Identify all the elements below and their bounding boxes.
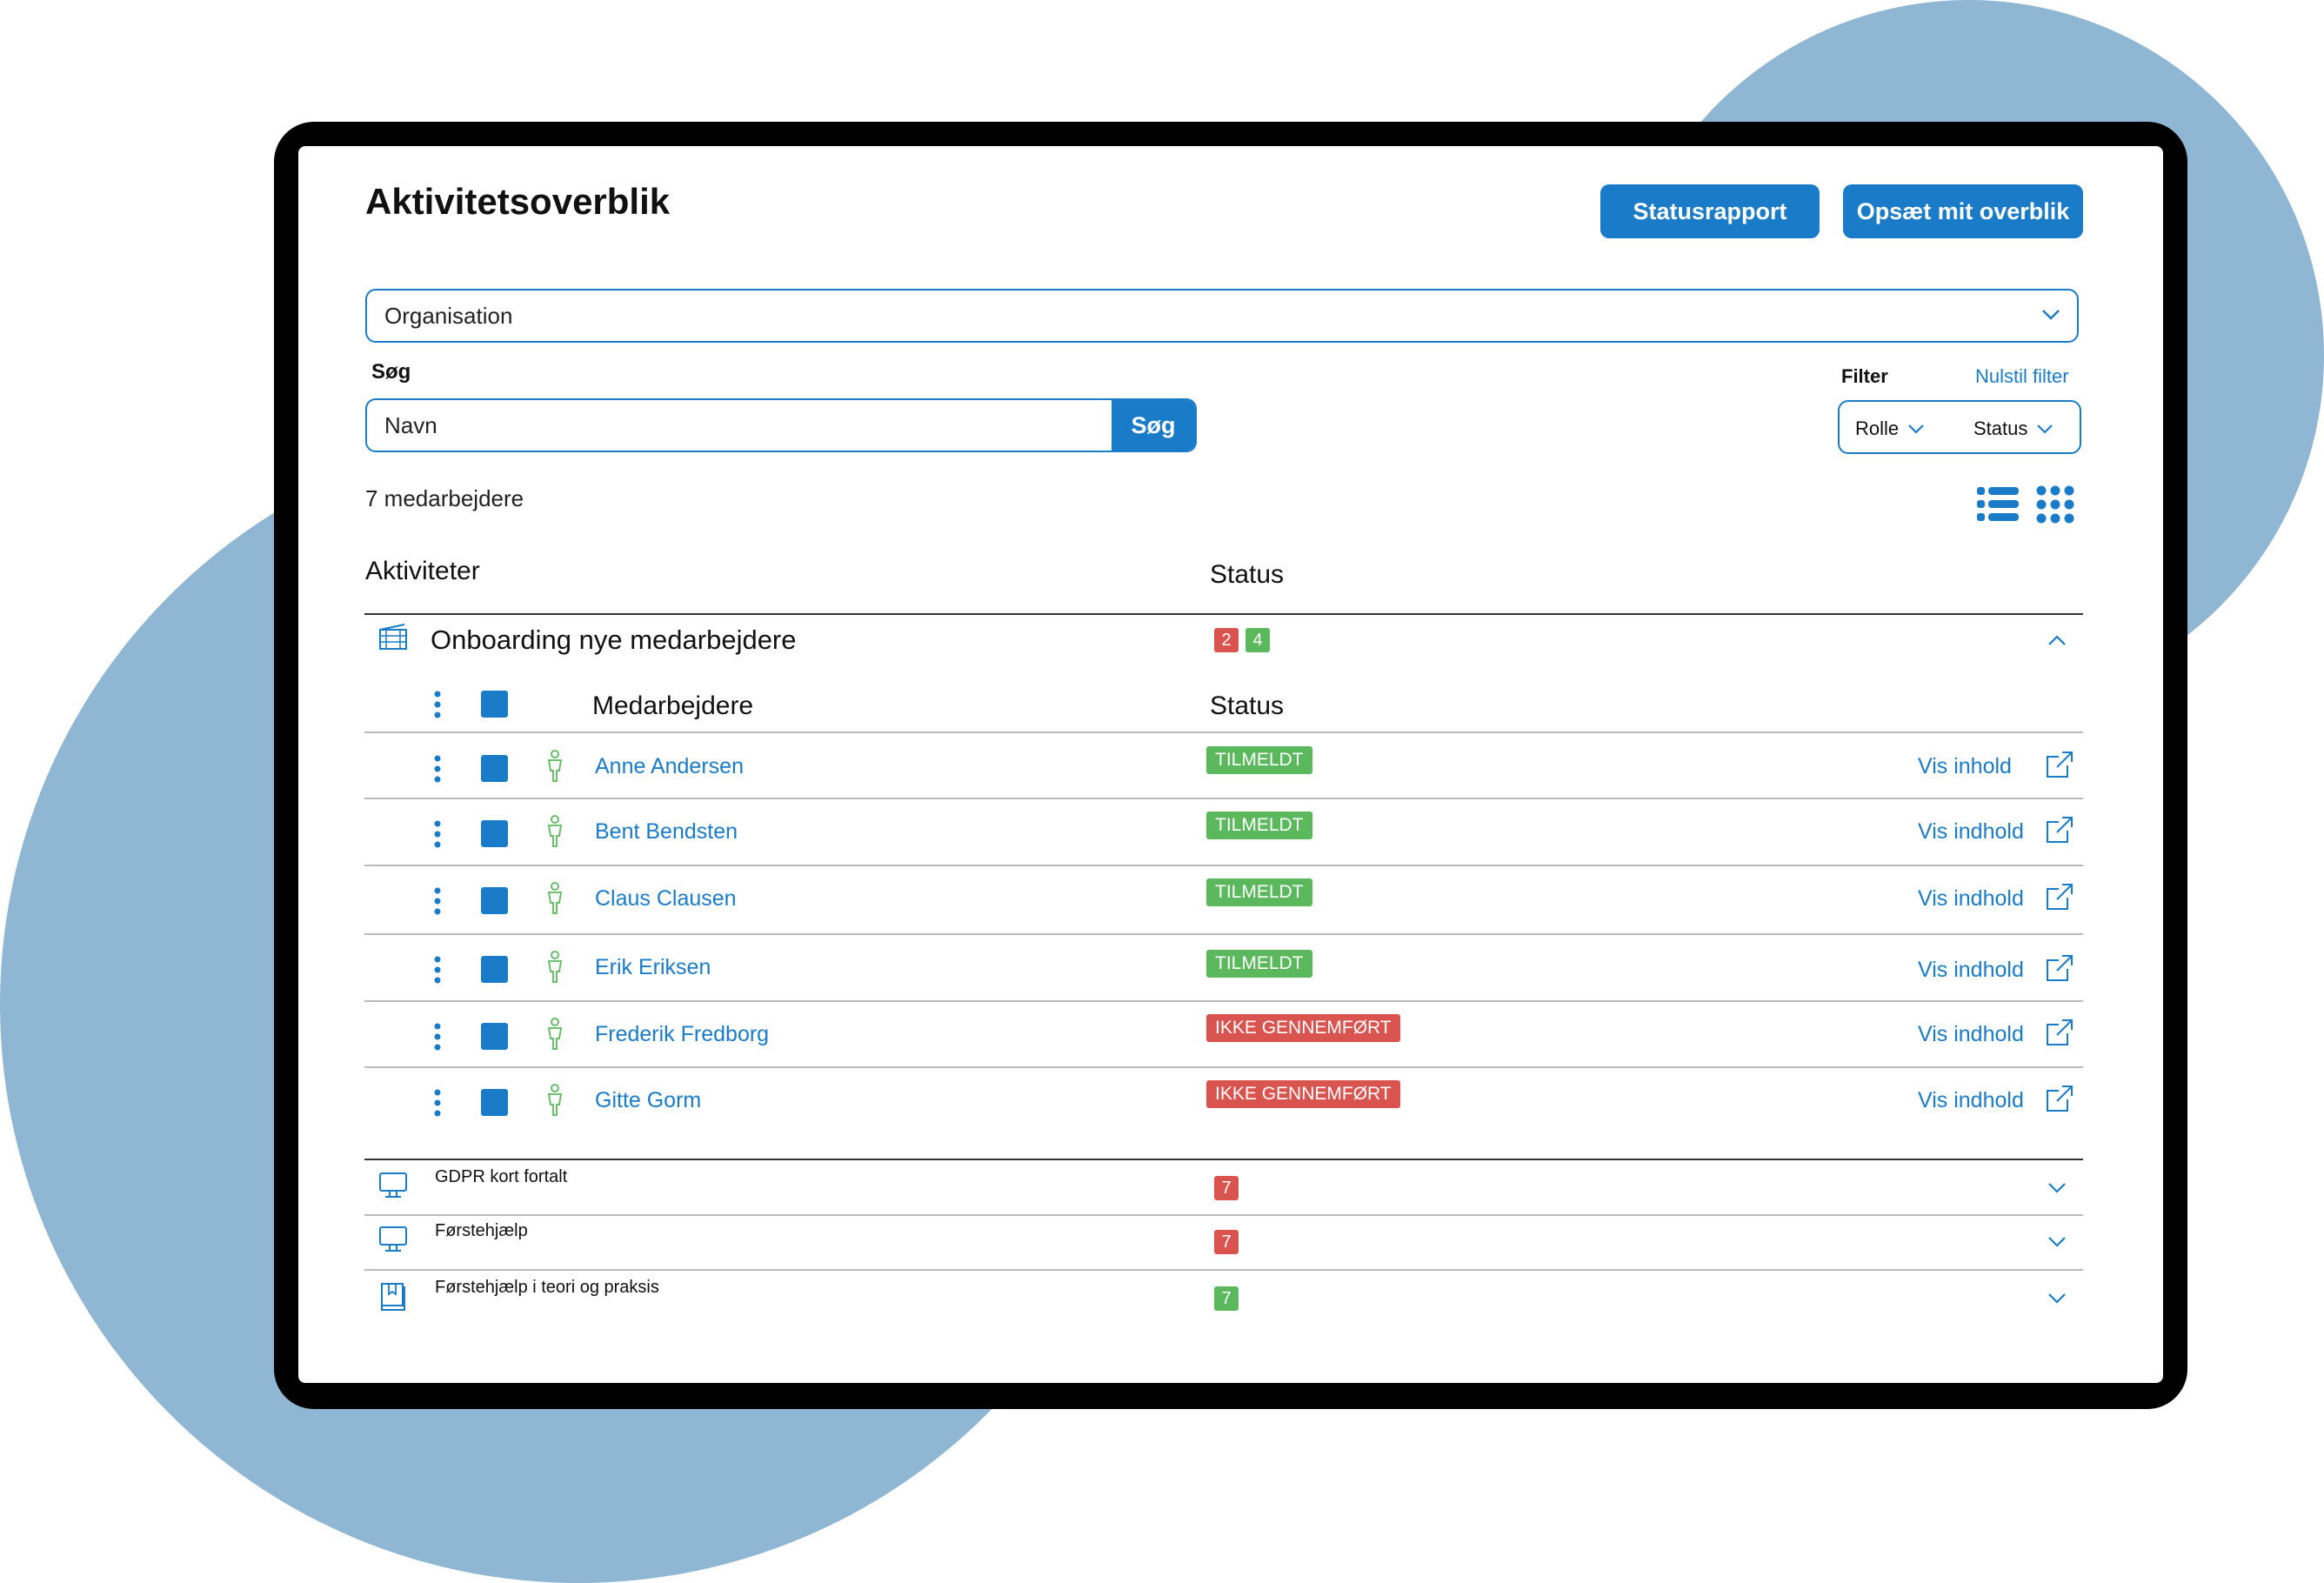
status-badge: IKKE GENNEMFØRT: [1206, 1080, 1400, 1108]
count-badge: 7: [1214, 1176, 1239, 1200]
person-icon: [547, 1084, 563, 1116]
row-divider: [364, 1066, 2083, 1068]
view-content-link[interactable]: Vis indhold: [1918, 958, 2024, 983]
kebab-menu-icon[interactable]: [434, 755, 441, 783]
employee-checkbox[interactable]: [481, 755, 508, 782]
view-content-link[interactable]: Vis indhold: [1918, 1022, 2024, 1047]
count-badge: 7: [1214, 1230, 1239, 1254]
status-badge: IKKE GENNEMFØRT: [1206, 1014, 1400, 1042]
reset-filter-link[interactable]: Nulstil filter: [1975, 365, 2069, 388]
sub-header-divider: [364, 731, 2083, 733]
row-divider: [364, 933, 2083, 935]
view-content-link[interactable]: Vis indhold: [1918, 886, 2024, 912]
employee-checkbox[interactable]: [481, 820, 508, 847]
search-button[interactable]: Søg: [1112, 400, 1195, 451]
select-all-checkbox[interactable]: [481, 691, 508, 718]
header-divider: [364, 613, 2083, 615]
count-badge-red: 2: [1214, 628, 1239, 652]
status-badge: TILMELDT: [1206, 878, 1312, 906]
activity-title[interactable]: Førstehjælp: [435, 1221, 528, 1241]
status-column-header: Status: [1210, 560, 1285, 589]
status-badge: TILMELDT: [1206, 812, 1312, 839]
row-divider: [364, 865, 2083, 866]
kebab-menu-icon[interactable]: [434, 820, 441, 848]
external-link-icon[interactable]: [2045, 750, 2074, 779]
chevron-down-icon[interactable]: [2047, 1292, 2067, 1306]
activity-title[interactable]: Onboarding nye medarbejdere: [431, 625, 797, 656]
organisation-select[interactable]: Organisation: [365, 289, 2079, 343]
organisation-select-value: Organisation: [384, 302, 513, 329]
employee-name-link[interactable]: Gitte Gorm: [595, 1088, 701, 1113]
chevron-down-icon: [2037, 424, 2054, 434]
external-link-icon[interactable]: [2045, 882, 2074, 912]
employee-status-column-header: Status: [1210, 691, 1285, 720]
monitor-icon: [378, 1225, 408, 1259]
activities-column-header: Aktiviteter: [365, 557, 480, 585]
search-label: Søg: [371, 360, 411, 384]
role-filter-dropdown[interactable]: Rolle: [1855, 417, 1925, 440]
filter-box: Rolle Status: [1838, 400, 2081, 454]
status-badge: TILMELDT: [1206, 950, 1312, 978]
status-badge: TILMELDT: [1206, 746, 1312, 774]
kebab-menu-icon[interactable]: [434, 691, 441, 718]
role-filter-label: Rolle: [1855, 417, 1900, 439]
activity-title[interactable]: GDPR kort fortalt: [435, 1167, 567, 1187]
view-content-link[interactable]: Vis indhold: [1918, 819, 2024, 845]
grid-view-icon[interactable]: [2036, 485, 2074, 524]
setup-overview-button[interactable]: Opsæt mit overblik: [1843, 184, 2083, 238]
chevron-down-icon[interactable]: [2047, 1181, 2067, 1195]
kebab-menu-icon[interactable]: [434, 956, 441, 984]
employee-name-link[interactable]: Erik Eriksen: [595, 955, 711, 980]
chevron-down-icon: [1908, 424, 1924, 434]
monitor-icon: [378, 1171, 408, 1205]
count-badge: 7: [1214, 1286, 1239, 1311]
row-divider: [364, 1269, 2083, 1271]
external-link-icon[interactable]: [2045, 1084, 2074, 1113]
employee-checkbox[interactable]: [481, 887, 508, 914]
status-filter-dropdown[interactable]: Status: [1973, 417, 2054, 440]
view-content-link[interactable]: Vis indhold: [1918, 1088, 2024, 1113]
employee-name-link[interactable]: Anne Andersen: [595, 754, 744, 779]
external-link-icon[interactable]: [2045, 1018, 2074, 1047]
chevron-down-icon[interactable]: [2047, 1235, 2067, 1249]
employee-name-link[interactable]: Frederik Fredborg: [595, 1022, 769, 1047]
activity-title[interactable]: Førstehjælp i teori og praksis: [435, 1278, 659, 1298]
film-icon: [379, 624, 407, 650]
person-icon: [547, 815, 563, 847]
person-icon: [547, 882, 563, 914]
kebab-menu-icon[interactable]: [434, 1089, 441, 1117]
external-link-icon[interactable]: [2045, 815, 2074, 845]
kebab-menu-icon[interactable]: [434, 887, 441, 915]
employee-name-link[interactable]: Bent Bendsten: [595, 819, 738, 845]
chevron-up-icon[interactable]: [2047, 633, 2067, 647]
person-icon: [547, 951, 563, 983]
row-divider: [364, 798, 2083, 799]
row-divider: [364, 1159, 2083, 1160]
statusrapport-button[interactable]: Statusrapport: [1600, 184, 1820, 238]
employee-checkbox[interactable]: [481, 956, 508, 983]
search-box: Søg: [365, 398, 1197, 452]
status-filter-label: Status: [1973, 417, 2028, 439]
row-divider: [364, 1214, 2083, 1216]
list-view-icon[interactable]: [1977, 485, 2019, 524]
person-icon: [547, 750, 563, 782]
kebab-menu-icon[interactable]: [434, 1023, 441, 1051]
employee-checkbox[interactable]: [481, 1023, 508, 1050]
employees-column-header: Medarbejdere: [592, 691, 754, 720]
app-screen: Aktivitetsoverblik Statusrapport Opsæt m…: [298, 146, 2163, 1383]
employee-count: 7 medarbejdere: [365, 485, 524, 511]
employee-checkbox[interactable]: [481, 1089, 508, 1116]
chevron-down-icon: [2042, 310, 2060, 320]
person-icon: [547, 1018, 563, 1050]
page-title: Aktivitetsoverblik: [365, 181, 671, 222]
external-link-icon[interactable]: [2045, 953, 2074, 983]
row-divider: [364, 1000, 2083, 1002]
book-icon: [378, 1281, 408, 1317]
view-content-link[interactable]: Vis inhold: [1918, 754, 2012, 779]
filter-label: Filter: [1841, 365, 1888, 387]
search-input[interactable]: [367, 400, 1106, 451]
employee-name-link[interactable]: Claus Clausen: [595, 886, 737, 912]
count-badge-green: 4: [1245, 628, 1270, 652]
